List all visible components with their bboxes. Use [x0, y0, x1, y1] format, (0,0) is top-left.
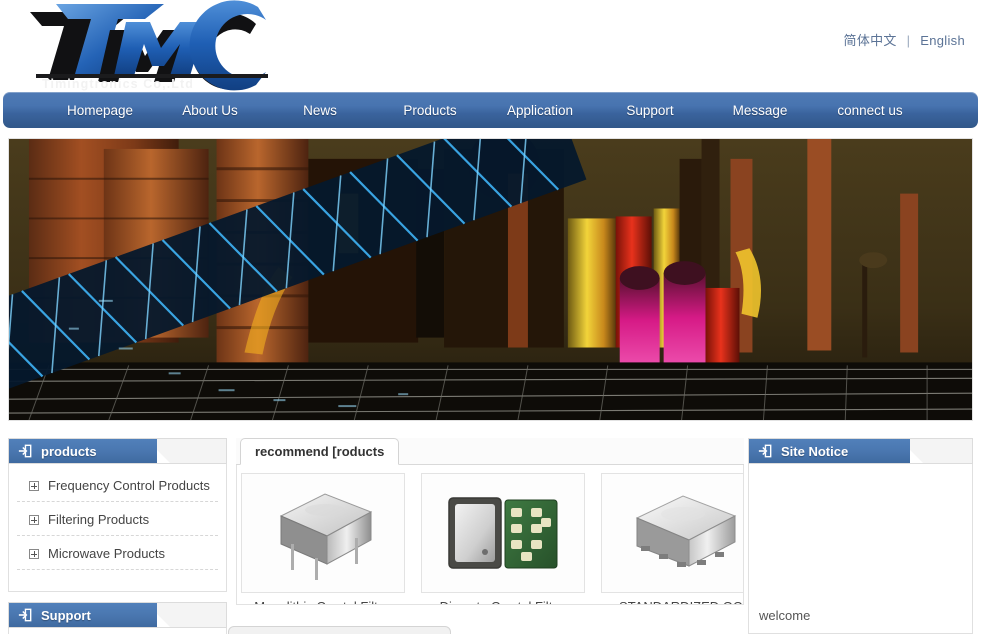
- lower-content-area: products Frequency Control Products Filt…: [8, 438, 973, 634]
- language-english-link[interactable]: English: [920, 33, 965, 48]
- nav-item-about-us[interactable]: About Us: [155, 103, 265, 118]
- product-card-monolithic-crystal-filters[interactable]: Monolithic Crystal Filters: [241, 473, 409, 604]
- tab-recommend-products[interactable]: recommend [roducts: [240, 438, 400, 465]
- nav-item-news[interactable]: News: [265, 103, 375, 118]
- product-card-standardized-ocxo[interactable]: STANDARDIZED OCX: [601, 473, 743, 604]
- products-category-list: Frequency Control Products Filtering Pro…: [17, 474, 218, 570]
- site-notice-header: Site Notice: [748, 438, 973, 464]
- product-caption: STANDARDIZED OCX: [601, 599, 743, 604]
- main-navigation: Homepage About Us News Products Applicat…: [3, 92, 978, 128]
- enter-arrow-icon: [18, 608, 32, 622]
- site-logo[interactable]: Timingtronics Co,.Ltd: [14, 0, 304, 92]
- page-root: Timingtronics Co,.Ltd 简体中文 | English Hom…: [0, 0, 981, 634]
- plus-icon[interactable]: [29, 548, 39, 559]
- products-panel-title: products: [41, 443, 97, 459]
- support-panel: Support Monolithic Cry: [8, 602, 227, 634]
- product-list: Monolithic Crystal Filters: [241, 473, 743, 604]
- site-notice-text: welcome: [759, 608, 811, 623]
- product-thumbnail[interactable]: [421, 473, 585, 593]
- smd-package-and-pcb-icon: [448, 497, 558, 569]
- sidebar-item-label: Microwave Products: [48, 546, 166, 561]
- nav-item-connect-us[interactable]: connect us: [815, 103, 925, 118]
- hero-banner-image: [8, 138, 973, 421]
- sidebar-item-label: Filtering Products: [48, 512, 150, 527]
- product-card-discrete-crystal-filters[interactable]: Discrete Crystal Filters: [421, 473, 589, 604]
- support-panel-body: Monolithic Cry: [8, 628, 227, 634]
- nav-item-application[interactable]: Application: [485, 103, 595, 118]
- sidebar-item-label: Frequency Control Products: [48, 478, 210, 493]
- enter-arrow-icon: [758, 444, 772, 458]
- secondary-tab-strip: [228, 626, 453, 634]
- support-panel-header: Support: [8, 602, 227, 628]
- recommended-products-body: Monolithic Crystal Filters: [236, 465, 744, 605]
- products-panel-body: Frequency Control Products Filtering Pro…: [8, 464, 227, 592]
- nav-item-products[interactable]: Products: [375, 103, 485, 118]
- language-separator: |: [906, 33, 911, 48]
- product-caption: Discrete Crystal Filters: [421, 599, 589, 604]
- sidebar-item-frequency-control-products[interactable]: Frequency Control Products: [17, 474, 218, 502]
- tab-strip: recommend [roducts: [236, 438, 744, 465]
- support-panel-title: Support: [41, 607, 91, 623]
- header-fold-bottom: [156, 450, 170, 463]
- support-panel-header-bar: Support: [9, 603, 157, 627]
- products-panel-header: products: [8, 438, 227, 464]
- nav-item-homepage[interactable]: Homepage: [45, 103, 155, 118]
- products-panel: products Frequency Control Products Filt…: [8, 438, 227, 592]
- sidebar-item-filtering-products[interactable]: Filtering Products: [17, 508, 218, 536]
- site-notice-body: welcome: [748, 464, 973, 634]
- left-sidebar: products Frequency Control Products Filt…: [8, 438, 227, 634]
- product-thumbnail[interactable]: [241, 473, 405, 593]
- site-header: Timingtronics Co,.Ltd 简体中文 | English: [0, 0, 981, 92]
- header-fold-bottom: [909, 450, 923, 463]
- nav-list: Homepage About Us News Products Applicat…: [3, 92, 978, 128]
- metal-can-filter-icon: [279, 493, 373, 580]
- site-notice-title: Site Notice: [781, 443, 849, 459]
- nav-item-message[interactable]: Message: [705, 103, 815, 118]
- banner-artwork: [9, 139, 972, 420]
- product-caption: Monolithic Crystal Filters: [241, 599, 409, 604]
- header-fold-bottom: [156, 614, 170, 627]
- secondary-tab[interactable]: [228, 626, 451, 634]
- panel-spacer: [8, 592, 227, 602]
- language-chinese-link[interactable]: 简体中文: [844, 33, 897, 48]
- products-panel-header-bar: products: [9, 439, 157, 463]
- nav-item-support[interactable]: Support: [595, 103, 705, 118]
- sidebar-item-microwave-products[interactable]: Microwave Products: [17, 542, 218, 570]
- site-notice-header-bar: Site Notice: [749, 439, 910, 463]
- plus-icon[interactable]: [29, 514, 39, 525]
- language-bar: 简体中文 | English: [844, 30, 965, 49]
- plus-icon[interactable]: [29, 480, 39, 491]
- svg-text:Timingtronics Co,.Ltd: Timingtronics Co,.Ltd: [42, 77, 194, 91]
- product-thumbnail[interactable]: [601, 473, 743, 593]
- logo-graphic: Timingtronics Co,.Ltd: [30, 0, 268, 91]
- right-sidebar: Site Notice welcome: [748, 438, 973, 634]
- metal-ocxo-package-icon: [635, 495, 737, 567]
- enter-arrow-icon: [18, 444, 32, 458]
- recommended-products-panel: recommend [roducts: [236, 438, 744, 605]
